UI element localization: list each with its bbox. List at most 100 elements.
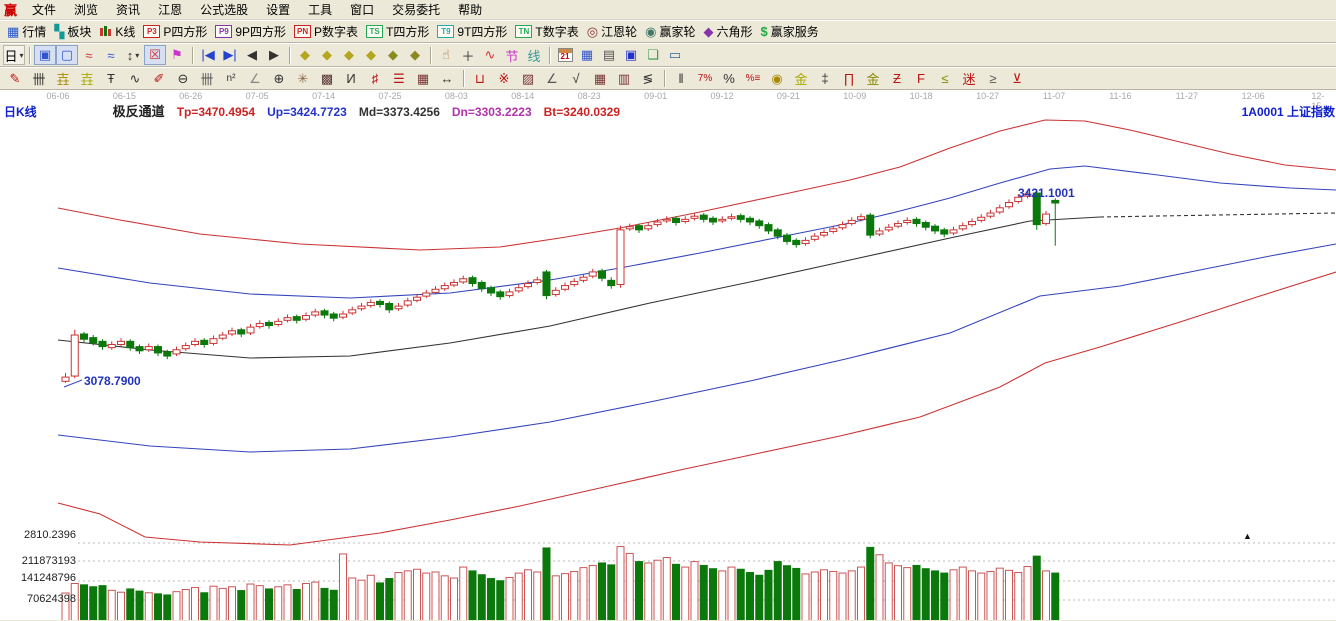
f-line-icon[interactable]: F [909,69,933,89]
spiral-tool-icon[interactable]: ∿ [123,69,147,89]
date-tick-label: 06-15 [113,91,136,101]
notes-icon[interactable]: ▤ [598,45,620,65]
chart-region[interactable]: 06-0606-1506-2607-0507-1407-2508-0308-14… [0,90,1336,620]
gann-wheel-button[interactable]: ◎江恩轮 [583,22,641,42]
menu-item-5[interactable]: 设置 [257,1,299,19]
circle-section-tool-icon[interactable]: ⊖ [171,69,195,89]
next-bar-icon[interactable]: ▶ [263,45,285,65]
last-page-icon[interactable]: ▶| [219,45,241,65]
winner-service-button[interactable]: $赢家服务 [757,22,823,42]
gold2-icon[interactable]: 金 [861,69,885,89]
pen-tool-icon[interactable]: ✎ [3,69,27,89]
fan-icon[interactable]: ⊻ [1005,69,1029,89]
grid5-tool-icon[interactable]: ▥ [612,69,636,89]
volume-compare-icon[interactable]: ‖ [669,69,693,89]
pillar-icon[interactable]: ∏ [837,69,861,89]
red-grid-tool-icon[interactable]: ♯ [363,69,387,89]
trend-large-icon[interactable]: ≈ [100,45,122,65]
rays-tool-icon[interactable]: ※ [492,69,516,89]
menu-item-0[interactable]: 文件 [23,1,65,19]
marker-tool-icon[interactable]: ✐ [147,69,171,89]
save-icon[interactable]: ▣ [620,45,642,65]
compress-h-icon[interactable]: ◆ [360,45,382,65]
crosshair-tool-icon[interactable]: ＋ [457,45,479,65]
line-tool-icon[interactable]: 线 [523,45,545,65]
menu-item-3[interactable]: 江恩 [149,1,191,19]
table-tool-icon[interactable]: ▦ [411,69,435,89]
calculator-icon[interactable]: ▦ [576,45,598,65]
menu-item-9[interactable]: 帮助 [449,1,491,19]
j-line-icon[interactable]: Ƶ [885,69,909,89]
red-band-tool-icon[interactable]: ☰ [387,69,411,89]
percent-lines-icon[interactable]: %≡ [741,69,765,89]
single-window-icon[interactable]: ▢ [56,45,78,65]
channel-icon[interactable]: ≥ [981,69,1005,89]
gold-line-icon[interactable]: 金 [789,69,813,89]
candle-style-icon[interactable]: ↕▾ [122,45,144,65]
layers-icon[interactable]: ❏ [642,45,664,65]
period-dropdown[interactable]: 日▾ [3,45,25,65]
slope-icon[interactable]: ≤ [933,69,957,89]
t-square-button[interactable]: TST四方形 [362,22,433,42]
chart-canvas[interactable] [0,90,1336,620]
angle-tool-icon[interactable]: ∠ [243,69,267,89]
comb-grid-tool-icon[interactable]: 卌 [27,69,51,89]
tbar-tool-icon[interactable]: Ŧ [99,69,123,89]
ninet-square-button[interactable]: T99T四方形 [433,22,511,42]
speed-line-icon[interactable]: 迷 [957,69,981,89]
zoom-right-icon[interactable]: ◆ [316,45,338,65]
stock-select-icon[interactable]: ☒ [144,45,166,65]
quotes-button[interactable]: ▦行情 [3,22,50,42]
pencil-lines-tool-icon[interactable]: ∠ [540,69,564,89]
menu-item-6[interactable]: 工具 [299,1,341,19]
p-table-button[interactable]: PNP数字表 [290,22,362,42]
t-table-button[interactable]: TNT数字表 [511,22,582,42]
p-square-button[interactable]: P3P四方形 [139,22,211,42]
dropdown-caret-icon[interactable]: ▾ [20,51,24,60]
grid4-tool-icon[interactable]: ▦ [588,69,612,89]
trend-small-icon[interactable]: ≈ [78,45,100,65]
hatch-tool-icon[interactable]: ▩ [315,69,339,89]
menu-item-4[interactable]: 公式选股 [191,1,257,19]
gann-grid2-tool-icon[interactable]: 壵 [75,69,99,89]
hlines-tool-icon[interactable]: 卌 [195,69,219,89]
price-box-tool-icon[interactable]: ⊔ [468,69,492,89]
kline-button[interactable]: K线 [95,22,139,42]
gann-grid-gold-tool-icon[interactable]: 壵 [51,69,75,89]
export-icon[interactable]: ▭ [664,45,686,65]
percent-icon[interactable]: % [717,69,741,89]
date-tick-label: 07-25 [378,91,401,101]
zoom-in-icon[interactable]: ◆ [382,45,404,65]
flag-icon[interactable]: ⚑ [166,45,188,65]
window-mode-icon[interactable]: ▣ [34,45,56,65]
node-tool-icon[interactable]: 节 [501,45,523,65]
hexagon-button[interactable]: ◆六角形 [699,22,756,42]
star-tool-icon[interactable]: ✳ [291,69,315,89]
zigzag-tool-icon[interactable]: ≶ [636,69,660,89]
zoom-out-icon[interactable]: ◆ [404,45,426,65]
expand-h-icon[interactable]: ◆ [338,45,360,65]
winner-wheel-button[interactable]: ◉赢家轮 [641,22,699,42]
first-page-icon[interactable]: |◀ [197,45,219,65]
calendar-icon[interactable]: 21 [554,45,576,65]
hand-tool-icon[interactable]: ☝ [435,45,457,65]
wave-draw-icon[interactable]: ∿ [479,45,501,65]
wave-mark-tool-icon[interactable]: И [339,69,363,89]
sectors-button[interactable]: ▚板块 [50,22,95,42]
zoom-left-icon[interactable]: ◆ [294,45,316,65]
bolt-icon[interactable]: ‡ [813,69,837,89]
menu-item-1[interactable]: 浏览 [65,1,107,19]
menu-item-8[interactable]: 交易委托 [383,1,449,19]
gold-circle-icon[interactable]: ◉ [765,69,789,89]
shade-tool-icon[interactable]: ▨ [516,69,540,89]
width-tool-icon[interactable]: ↔ [435,69,459,89]
dropdown-caret-icon[interactable]: ▾ [135,51,139,60]
menu-item-2[interactable]: 资讯 [107,1,149,19]
percent-red-icon[interactable]: 7% [693,69,717,89]
vee-tool-icon[interactable]: √ [564,69,588,89]
menu-item-7[interactable]: 窗口 [341,1,383,19]
ninep-square-button[interactable]: P99P四方形 [211,22,290,42]
nsquare-tool-icon[interactable]: n² [219,69,243,89]
circle-cross-tool-icon[interactable]: ⊕ [267,69,291,89]
prev-bar-icon[interactable]: ◀ [241,45,263,65]
